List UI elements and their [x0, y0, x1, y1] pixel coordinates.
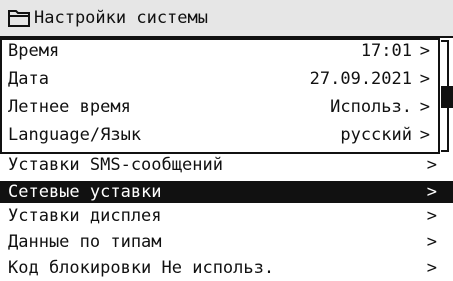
setting-label: Дата: [8, 69, 49, 89]
chevron-right-icon: >: [426, 155, 437, 175]
setting-row-language[interactable]: Language/Язык русский >: [8, 124, 440, 146]
chevron-right-icon: >: [419, 41, 430, 61]
chevron-right-icon: >: [419, 69, 430, 89]
chevron-right-icon: >: [426, 182, 437, 202]
setting-value: Использ.: [330, 97, 412, 117]
window-title-bar: Настройки системы: [0, 0, 453, 38]
chevron-right-icon: >: [426, 232, 437, 252]
window-title: Настройки системы: [34, 8, 208, 28]
setting-row-dst[interactable]: Летнее время Использ. >: [8, 96, 440, 118]
menu-item-lock-code[interactable]: Код блокировки Не использ. >: [0, 257, 453, 279]
setting-label: Летнее время: [8, 97, 131, 117]
menu-item-network[interactable]: Сетевые уставки >: [0, 181, 453, 203]
chevron-right-icon: >: [419, 97, 430, 117]
scrollbar[interactable]: [439, 38, 453, 154]
chevron-right-icon: >: [426, 206, 437, 226]
menu-item-sms[interactable]: Уставки SMS-сообщений >: [0, 154, 453, 176]
setting-value: русский: [340, 125, 412, 145]
menu-item-label: Сетевые уставки: [8, 182, 162, 202]
menu-item-display[interactable]: Уставки дисплея >: [0, 205, 453, 227]
menu-item-label: Код блокировки Не использ.: [8, 258, 275, 278]
chevron-right-icon: >: [426, 258, 437, 278]
setting-label: Language/Язык: [8, 125, 142, 145]
setting-row-time[interactable]: Время 17:01 >: [8, 40, 440, 62]
scrollbar-thumb[interactable]: [441, 86, 453, 108]
setting-value: 27.09.2021: [309, 69, 412, 89]
chevron-right-icon: >: [419, 125, 430, 145]
setting-label: Время: [8, 41, 60, 61]
menu-item-label: Уставки дисплея: [8, 206, 162, 226]
menu-item-label: Данные по типам: [8, 232, 162, 252]
menu-item-type-data[interactable]: Данные по типам >: [0, 231, 453, 253]
menu-item-label: Уставки SMS-сообщений: [8, 155, 223, 175]
setting-value: 17:01: [360, 41, 412, 61]
scrollbar-graphic: [441, 40, 453, 152]
folder-icon: [8, 10, 30, 27]
setting-row-date[interactable]: Дата 27.09.2021 >: [8, 68, 440, 90]
